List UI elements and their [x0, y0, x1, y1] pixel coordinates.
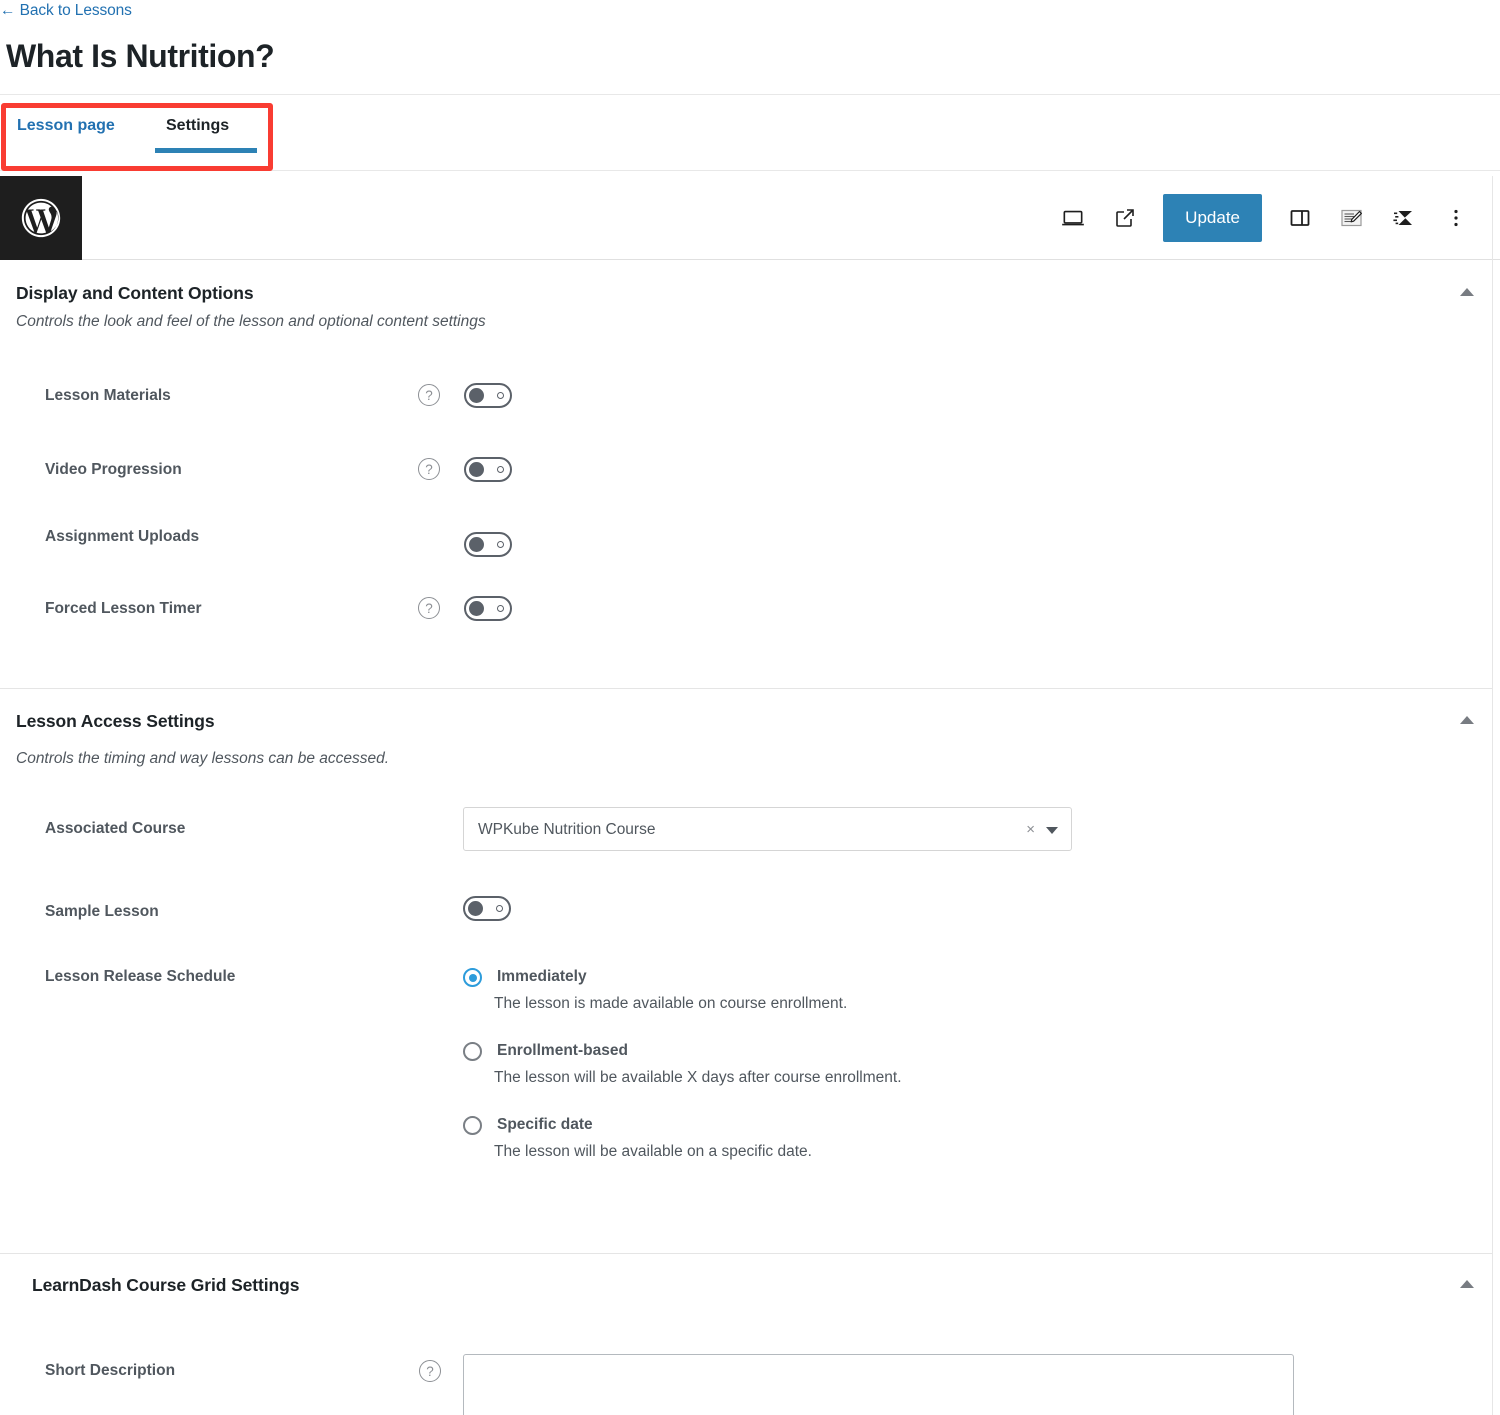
active-tab-indicator: [155, 148, 257, 153]
toolbar-actions: Update: [1053, 176, 1476, 260]
short-description-textarea[interactable]: [463, 1354, 1294, 1415]
clear-selection-icon[interactable]: ×: [1026, 821, 1035, 839]
sidebar-toggle-icon[interactable]: [1280, 198, 1320, 238]
section-divider: [0, 1253, 1492, 1254]
associated-course-value: WPKube Nutrition Course: [478, 821, 656, 838]
section-title: Lesson Access Settings: [16, 711, 215, 731]
section-title: LearnDash Course Grid Settings: [32, 1275, 300, 1295]
field-label: Video Progression: [45, 461, 182, 478]
radio-label: Specific date: [497, 1116, 593, 1133]
toggle-assignment-uploads[interactable]: [464, 532, 512, 557]
edit-post-icon[interactable]: [1332, 198, 1372, 238]
help-icon[interactable]: ?: [419, 1360, 441, 1382]
toggle-forced-lesson-timer[interactable]: [464, 596, 512, 621]
field-label: Associated Course: [45, 820, 186, 837]
tab-bar: Lesson page Settings: [0, 95, 1500, 171]
toggle-sample-lesson[interactable]: [463, 896, 511, 921]
help-icon[interactable]: ?: [418, 458, 440, 480]
section-divider: [0, 688, 1492, 689]
section-collapse-toggle[interactable]: [1455, 280, 1479, 304]
section-description: Controls the look and feel of the lesson…: [16, 313, 486, 330]
page-title: What Is Nutrition?: [6, 38, 275, 74]
section-collapse-toggle[interactable]: [1455, 1272, 1479, 1296]
help-icon[interactable]: ?: [418, 384, 440, 406]
view-external-icon[interactable]: [1105, 198, 1145, 238]
lesson-settings-page: ← Back to Lessons What Is Nutrition? Les…: [0, 0, 1500, 1415]
content-right-edge: [1492, 176, 1493, 1415]
field-label: Assignment Uploads: [45, 528, 200, 545]
field-label: Lesson Release Schedule: [45, 968, 236, 985]
radio-label: Enrollment-based: [497, 1042, 628, 1059]
toggle-lesson-materials[interactable]: [464, 383, 512, 408]
toggle-video-progression[interactable]: [464, 457, 512, 482]
help-icon[interactable]: ?: [418, 597, 440, 619]
section-description: Controls the timing and way lessons can …: [16, 750, 390, 767]
radio-description: The lesson will be available X days afte…: [494, 1069, 902, 1086]
radio-immediately[interactable]: [463, 968, 482, 987]
field-label: Sample Lesson: [45, 903, 159, 920]
radio-enrollment-based[interactable]: [463, 1042, 482, 1061]
chevron-down-icon[interactable]: [1046, 827, 1058, 834]
radio-description: The lesson is made available on course e…: [494, 995, 848, 1012]
update-button[interactable]: Update: [1163, 194, 1262, 242]
field-label: Short Description: [45, 1362, 176, 1379]
associated-course-select[interactable]: WPKube Nutrition Course ×: [463, 807, 1072, 851]
tab-settings[interactable]: Settings: [166, 114, 229, 138]
kebab-menu-icon[interactable]: [1436, 198, 1476, 238]
field-label: Forced Lesson Timer: [45, 600, 202, 617]
learndash-icon[interactable]: [1384, 198, 1424, 238]
radio-description: The lesson will be available on a specif…: [494, 1143, 812, 1160]
wordpress-icon[interactable]: [0, 176, 82, 260]
section-title: Display and Content Options: [16, 283, 254, 303]
section-collapse-toggle[interactable]: [1455, 708, 1479, 732]
wp-editor-toolbar: Update: [0, 176, 1500, 260]
radio-specific-date[interactable]: [463, 1116, 482, 1135]
field-label: Lesson Materials: [45, 387, 171, 404]
radio-label: Immediately: [497, 968, 587, 985]
back-to-lessons-link[interactable]: ← Back to Lessons: [0, 0, 132, 22]
tab-lesson-page[interactable]: Lesson page: [17, 114, 115, 138]
tabs-divider: [0, 170, 1500, 171]
preview-device-icon[interactable]: [1053, 198, 1093, 238]
